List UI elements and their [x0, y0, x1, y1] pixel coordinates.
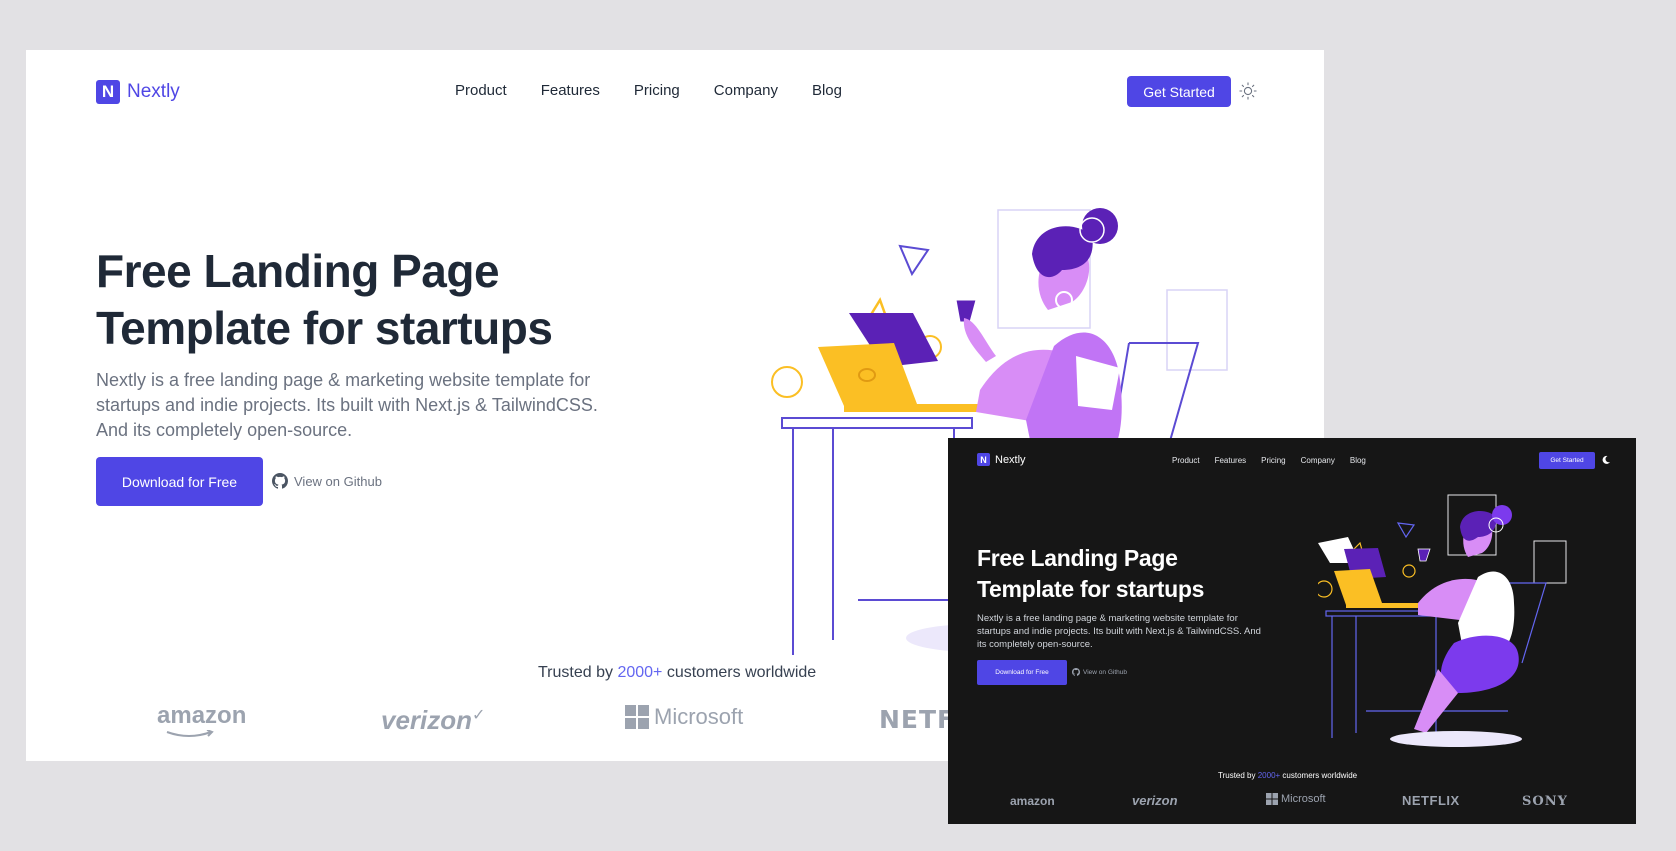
- brand-logo-amazon: amazon: [157, 702, 247, 737]
- brand-verizon: verizon: [381, 705, 473, 735]
- github-link-label: View on Github: [294, 473, 382, 489]
- dark-nav-item-blog[interactable]: Blog: [1350, 456, 1366, 465]
- dark-hero-title-line1: Free Landing Page: [977, 545, 1178, 571]
- dark-hero-title-line2: Template for startups: [977, 576, 1205, 602]
- dark-microsoft-grid-icon: [1266, 793, 1278, 805]
- dark-nav-menu: Product Features Pricing Company Blog: [1172, 456, 1381, 465]
- customer-count: 2000+: [617, 664, 663, 681]
- dark-trusted-post: customers worldwide: [1280, 771, 1358, 780]
- nav-item-product[interactable]: Product: [455, 82, 507, 99]
- dark-nav-item-product[interactable]: Product: [1172, 456, 1200, 465]
- dark-brand-amazon: amazon: [1010, 794, 1055, 808]
- dark-brand-logo-microsoft: Microsoft: [1266, 793, 1326, 805]
- logo-mark: N: [96, 80, 120, 104]
- dark-hero-title: Free Landing Page Template for startups: [977, 543, 1267, 605]
- dark-brand-verizon: verizon: [1132, 793, 1178, 808]
- nav-item-features[interactable]: Features: [541, 82, 600, 99]
- brand-logo-microsoft: Microsoft: [625, 704, 743, 730]
- verizon-check-icon: ✓: [472, 707, 486, 724]
- microsoft-grid-icon: [625, 705, 649, 729]
- dark-logo-mark: N: [977, 453, 990, 466]
- logo[interactable]: N Nextly: [96, 80, 180, 104]
- dark-get-started-button[interactable]: Get Started: [1539, 452, 1595, 469]
- brand-logo-verizon: verizon✓: [381, 705, 485, 736]
- dark-hero-illustration: [1318, 494, 1567, 747]
- dark-brand-netflix: NETFLIX: [1402, 793, 1460, 808]
- hero-description: Nextly is a free landing page & marketin…: [96, 370, 598, 440]
- github-link[interactable]: View on Github: [272, 473, 382, 489]
- dark-brand-microsoft: Microsoft: [1281, 793, 1326, 805]
- github-icon: [272, 473, 288, 489]
- trusted-post: customers worldwide: [662, 664, 817, 681]
- amazon-arrow-icon: [166, 730, 214, 737]
- get-started-button[interactable]: Get Started: [1127, 76, 1231, 107]
- dark-nav-item-pricing[interactable]: Pricing: [1261, 456, 1285, 465]
- sun-icon[interactable]: [1239, 82, 1257, 100]
- brand-microsoft: Microsoft: [654, 704, 744, 729]
- dark-nav-item-features[interactable]: Features: [1215, 456, 1247, 465]
- moon-icon[interactable]: [1601, 455, 1611, 465]
- nav-item-pricing[interactable]: Pricing: [634, 82, 680, 99]
- dark-trusted-pre: Trusted by: [1218, 771, 1258, 780]
- dark-customer-count: 2000+: [1257, 771, 1281, 780]
- dark-nav-item-company[interactable]: Company: [1301, 456, 1335, 465]
- nav-item-company[interactable]: Company: [714, 82, 778, 99]
- hero-title-line2: Template for startups: [96, 302, 553, 354]
- dark-github-link[interactable]: View on Github: [1072, 668, 1127, 676]
- dark-theme-preview: N Nextly Product Features Pricing Compan…: [948, 438, 1636, 824]
- dark-download-button[interactable]: Download for Free: [977, 660, 1067, 685]
- trusted-by-text: Trusted by 2000+ customers worldwide: [538, 664, 816, 682]
- trusted-pre: Trusted by: [538, 664, 618, 681]
- hero-title: Free Landing Page Template for startups: [96, 243, 656, 357]
- dark-trusted-by-text: Trusted by 2000+ customers worldwide: [1218, 771, 1357, 780]
- download-button[interactable]: Download for Free: [96, 457, 263, 506]
- dark-brand-sony: SONY: [1522, 794, 1568, 809]
- dark-hero-description: Nextly is a free landing page & marketin…: [977, 613, 1261, 650]
- nav-menu: Product Features Pricing Company Blog: [455, 82, 876, 99]
- navbar: N Nextly Product Features Pricing Compan…: [26, 50, 1324, 134]
- brand-amazon: amazon: [157, 702, 247, 729]
- nav-item-blog[interactable]: Blog: [812, 82, 842, 99]
- dark-logo-text: Nextly: [995, 453, 1026, 466]
- dark-github-link-label: View on Github: [1083, 668, 1127, 676]
- logo-text: Nextly: [127, 81, 180, 102]
- dark-github-icon: [1072, 668, 1080, 676]
- dark-logo[interactable]: N Nextly: [977, 453, 1026, 466]
- hero-title-line1: Free Landing Page: [96, 245, 500, 297]
